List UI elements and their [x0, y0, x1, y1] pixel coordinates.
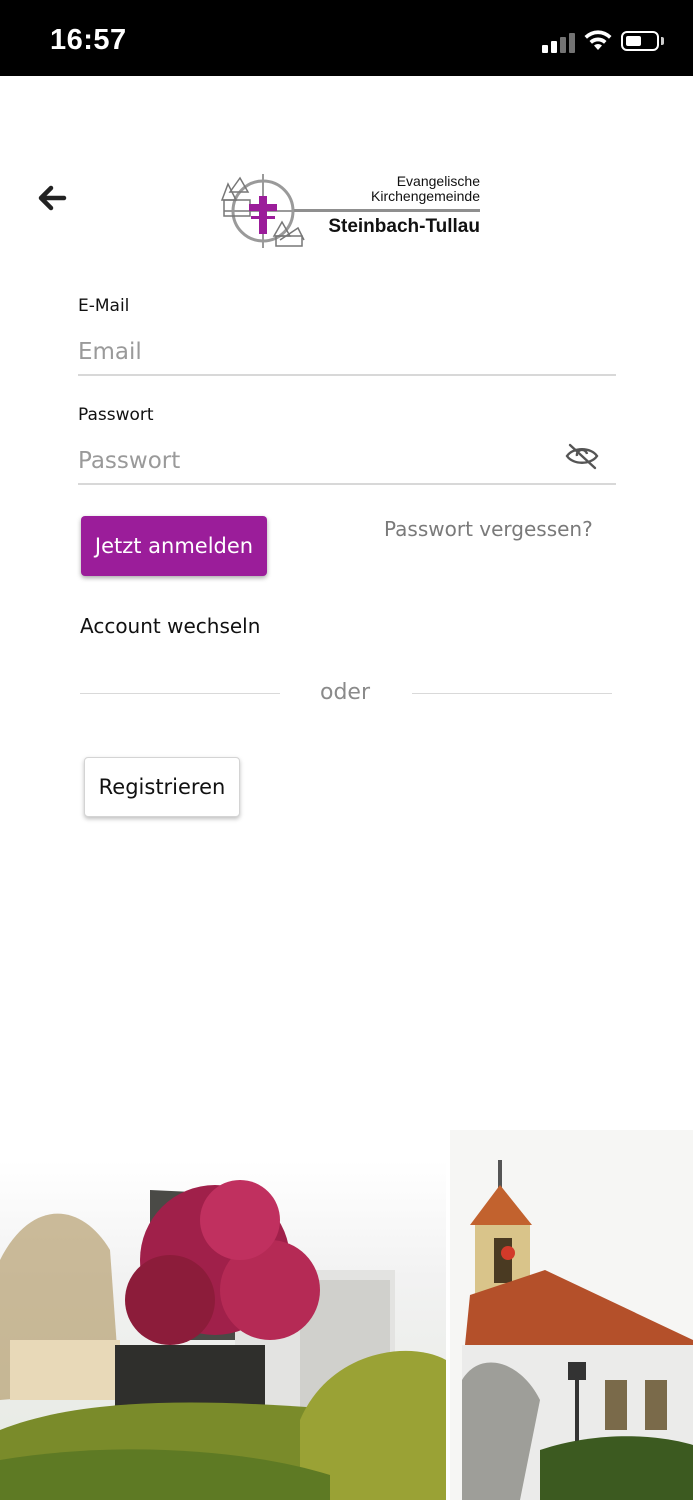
email-field[interactable] — [78, 330, 616, 376]
logo-divider — [294, 209, 480, 212]
cellular-signal-icon — [542, 31, 576, 53]
email-label: E-Mail — [78, 296, 130, 316]
back-arrow-icon[interactable] — [34, 180, 70, 216]
divider-line-left — [80, 693, 280, 694]
logo-line-1: Evangelische — [396, 173, 480, 189]
password-field[interactable] — [78, 439, 616, 485]
church-photos-image — [0, 1130, 693, 1500]
eye-slash-icon[interactable] — [564, 441, 600, 471]
status-time: 16:57 — [50, 24, 127, 56]
status-bar: 16:57 — [0, 0, 693, 76]
login-button[interactable]: Jetzt anmelden — [81, 516, 267, 576]
battery-icon — [621, 31, 659, 51]
divider-line-right — [412, 693, 612, 694]
divider-label: oder — [320, 680, 371, 705]
register-button[interactable]: Registrieren — [84, 757, 240, 817]
logo-title: Steinbach-Tullau — [328, 216, 480, 237]
logo-line-2: Kirchengemeinde — [371, 188, 480, 204]
wifi-icon — [584, 30, 612, 50]
password-label: Passwort — [78, 405, 154, 425]
forgot-password-link[interactable]: Passwort vergessen? — [384, 517, 593, 541]
church-logo: Evangelische Kirchengemeinde Steinbach-T… — [218, 170, 482, 252]
switch-account-link[interactable]: Account wechseln — [80, 614, 260, 638]
